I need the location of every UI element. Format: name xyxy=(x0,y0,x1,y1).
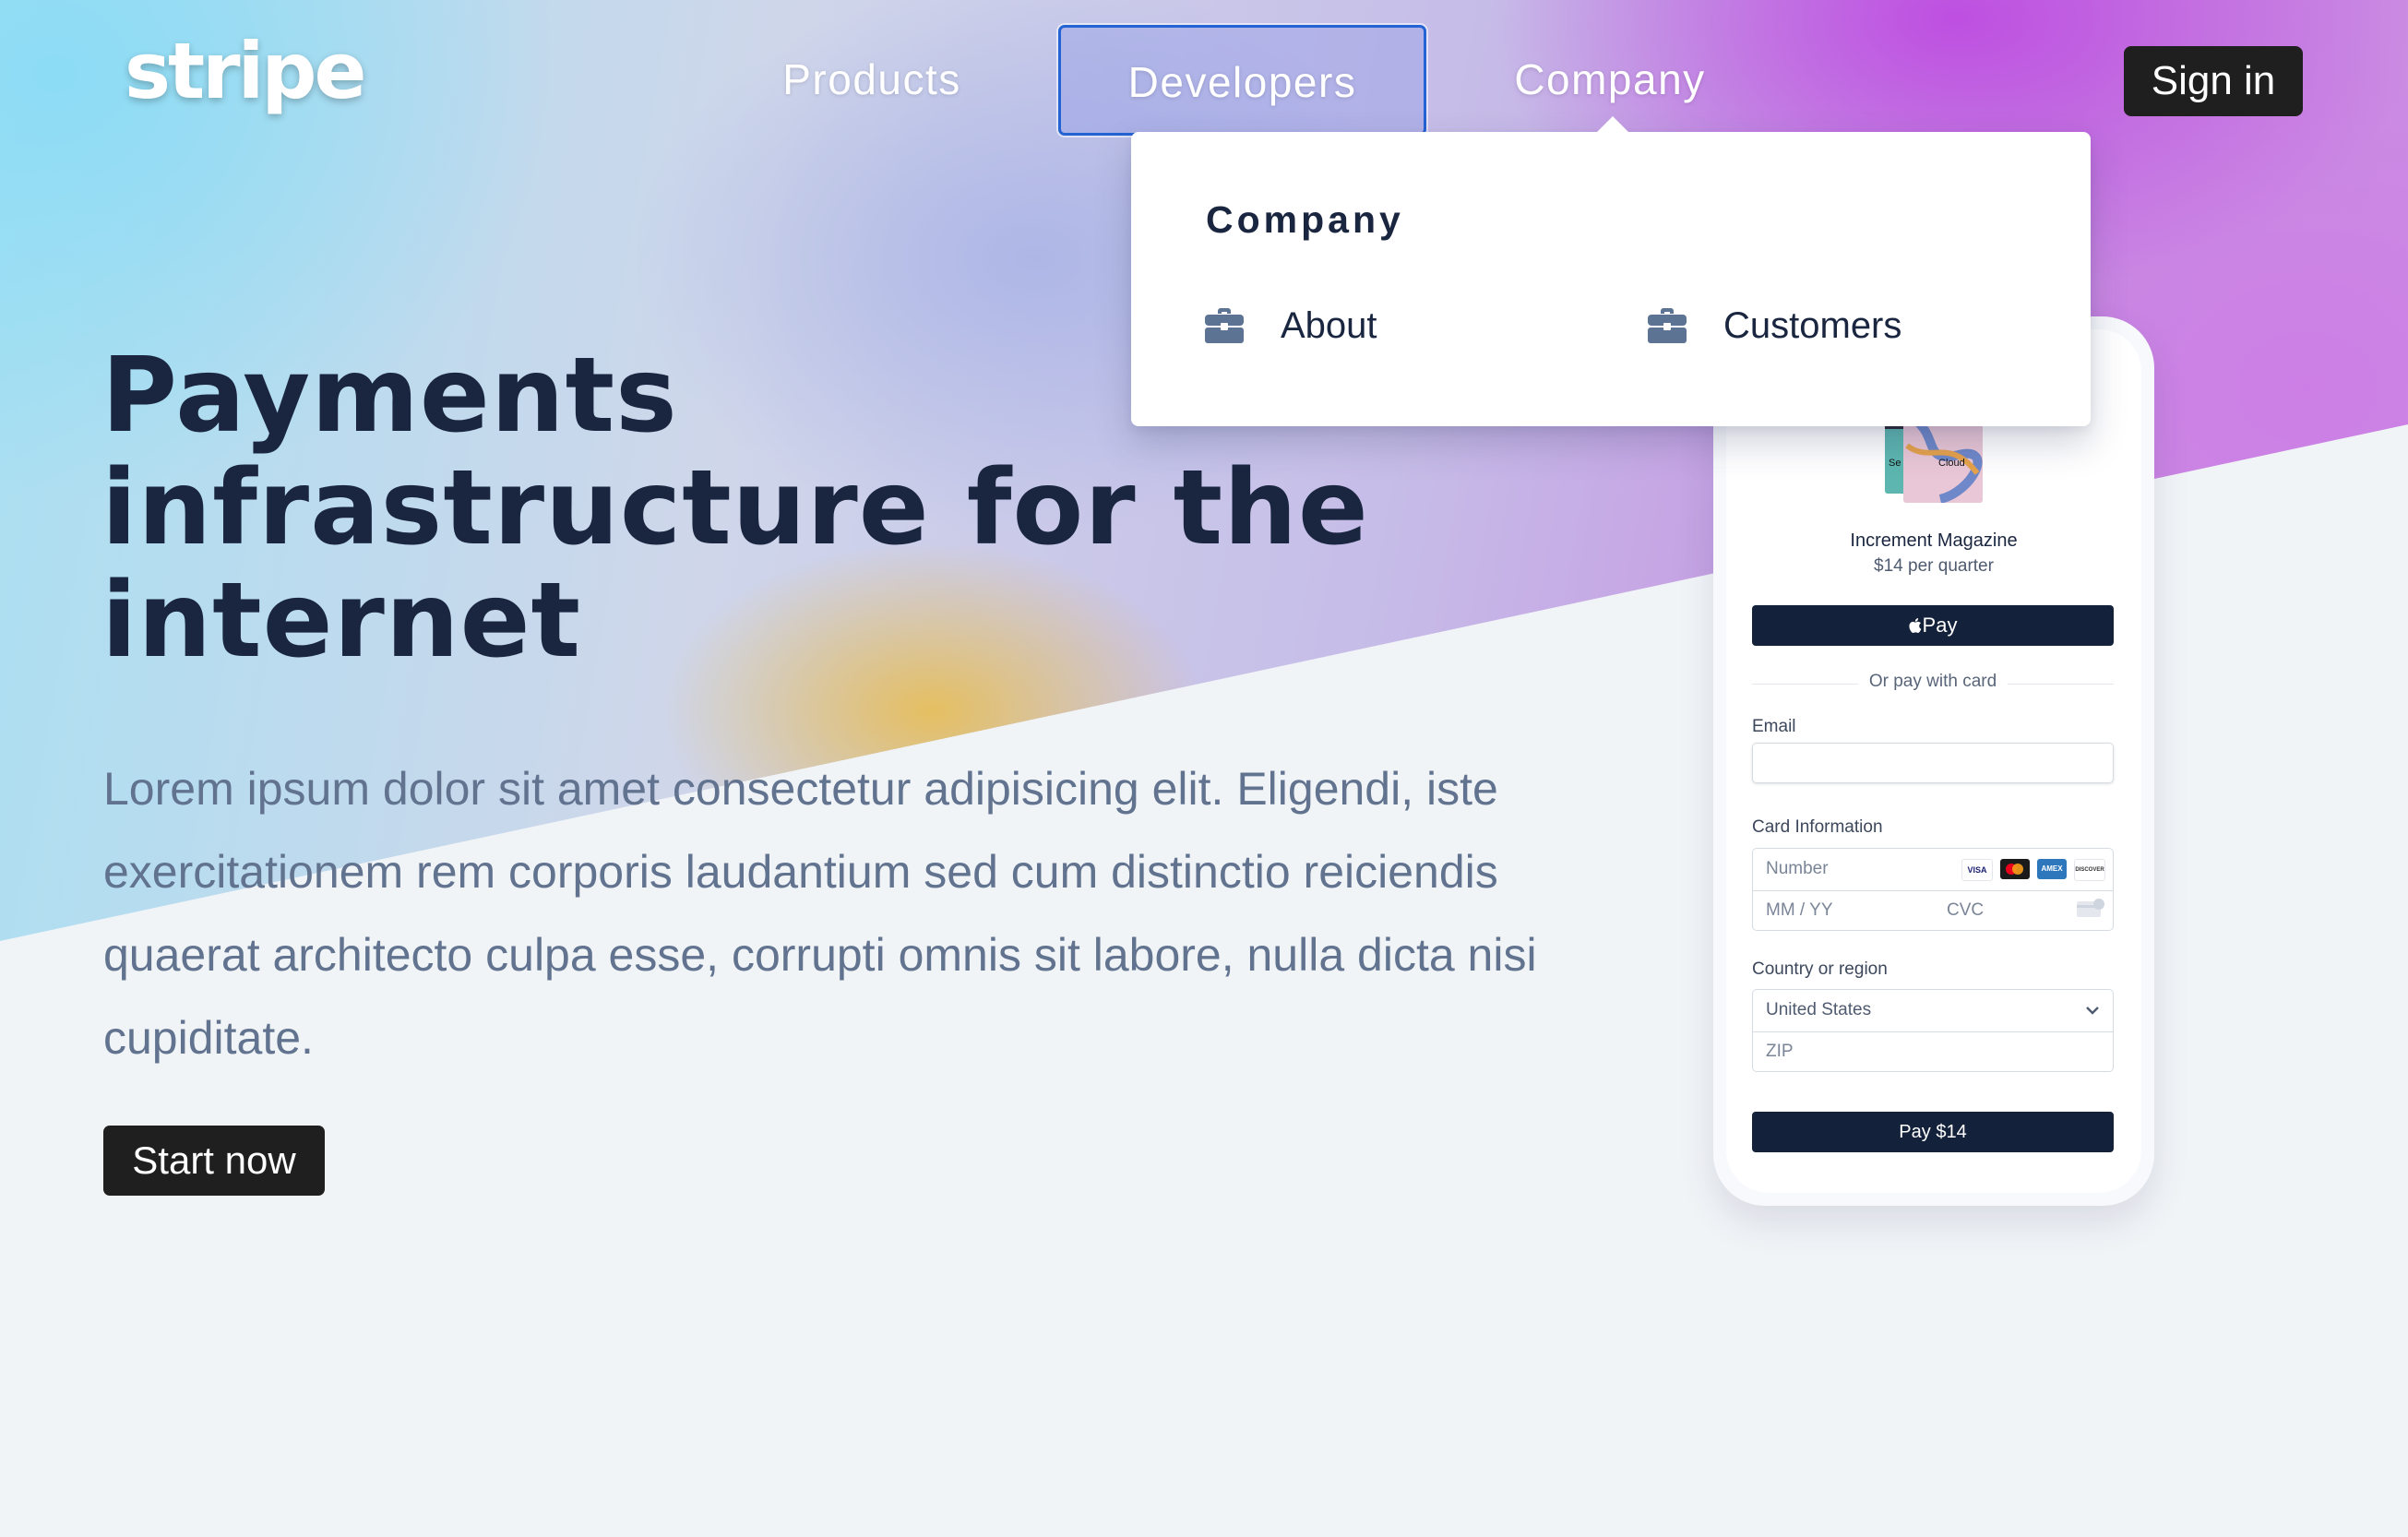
briefcase-icon xyxy=(1205,308,1244,343)
product-title: Increment Magazine xyxy=(1850,530,2018,551)
amex-icon: AMEX xyxy=(2037,859,2067,879)
expiry-input[interactable]: MM / YY xyxy=(1766,900,1833,921)
dropdown-item-customers[interactable]: Customers xyxy=(1648,298,1901,353)
checkout-form: Se Cloud Increment Magazine $14 per quar… xyxy=(1713,316,2154,1206)
card-brand-logos: VISA AMEX DISCOVER xyxy=(1961,859,2105,881)
hero-lead-text: Lorem ipsum dolor sit amet consectetur a… xyxy=(103,763,1537,1064)
cover-label-right: Cloud xyxy=(1938,458,1965,469)
pay-button[interactable]: Pay $14 xyxy=(1752,1112,2114,1152)
country-value: United States xyxy=(1766,1000,1872,1019)
card-information-label: Card Information xyxy=(1752,817,1883,837)
dropdown-item-about-label: About xyxy=(1281,304,1377,346)
country-region-label: Country or region xyxy=(1752,959,1888,979)
company-dropdown-menu: Company About Customers xyxy=(1131,116,2091,426)
nav-developers[interactable]: Developers xyxy=(1058,25,1426,136)
apple-icon xyxy=(1908,618,1921,633)
nav-products[interactable]: Products xyxy=(766,25,978,136)
or-pay-text: Or pay with card xyxy=(1857,672,2009,692)
chevron-down-icon xyxy=(2086,1007,2099,1015)
dropdown-item-customers-label: Customers xyxy=(1723,304,1902,346)
visa-icon: VISA xyxy=(1961,859,1993,881)
dropdown-item-about[interactable]: About xyxy=(1205,298,1377,353)
cvc-card-icon xyxy=(2077,899,2104,917)
dropdown-title: Company xyxy=(1206,198,1404,241)
card-number-row: Number VISA AMEX DISCOVER xyxy=(1753,849,2113,891)
sign-in-button[interactable]: Sign in xyxy=(2124,46,2303,116)
discover-icon: DISCOVER xyxy=(2074,859,2105,881)
zip-input[interactable]: ZIP xyxy=(1766,1042,1794,1062)
card-information-group: Number VISA AMEX DISCOVER MM / YY CVC xyxy=(1752,848,2114,931)
product-price: $14 per quarter xyxy=(1874,556,1994,576)
mastercard-icon xyxy=(2000,859,2030,879)
apple-pay-label: Pay xyxy=(1922,614,1958,637)
email-label: Email xyxy=(1752,717,1796,736)
country-zip-group: United States ZIP xyxy=(1752,989,2114,1072)
card-number-input[interactable]: Number xyxy=(1766,859,1829,879)
stripe-logo[interactable]: stripe xyxy=(125,26,366,116)
apple-pay-button[interactable]: Pay xyxy=(1752,605,2114,646)
country-select[interactable]: United States xyxy=(1753,990,2113,1032)
briefcase-icon xyxy=(1648,308,1687,343)
cvc-input[interactable]: CVC xyxy=(1947,900,1984,921)
cover-label-left: Se xyxy=(1889,458,1901,469)
start-now-button[interactable]: Start now xyxy=(103,1126,325,1196)
or-pay-divider: Or pay with card xyxy=(1752,672,2114,699)
email-field[interactable] xyxy=(1752,743,2114,783)
